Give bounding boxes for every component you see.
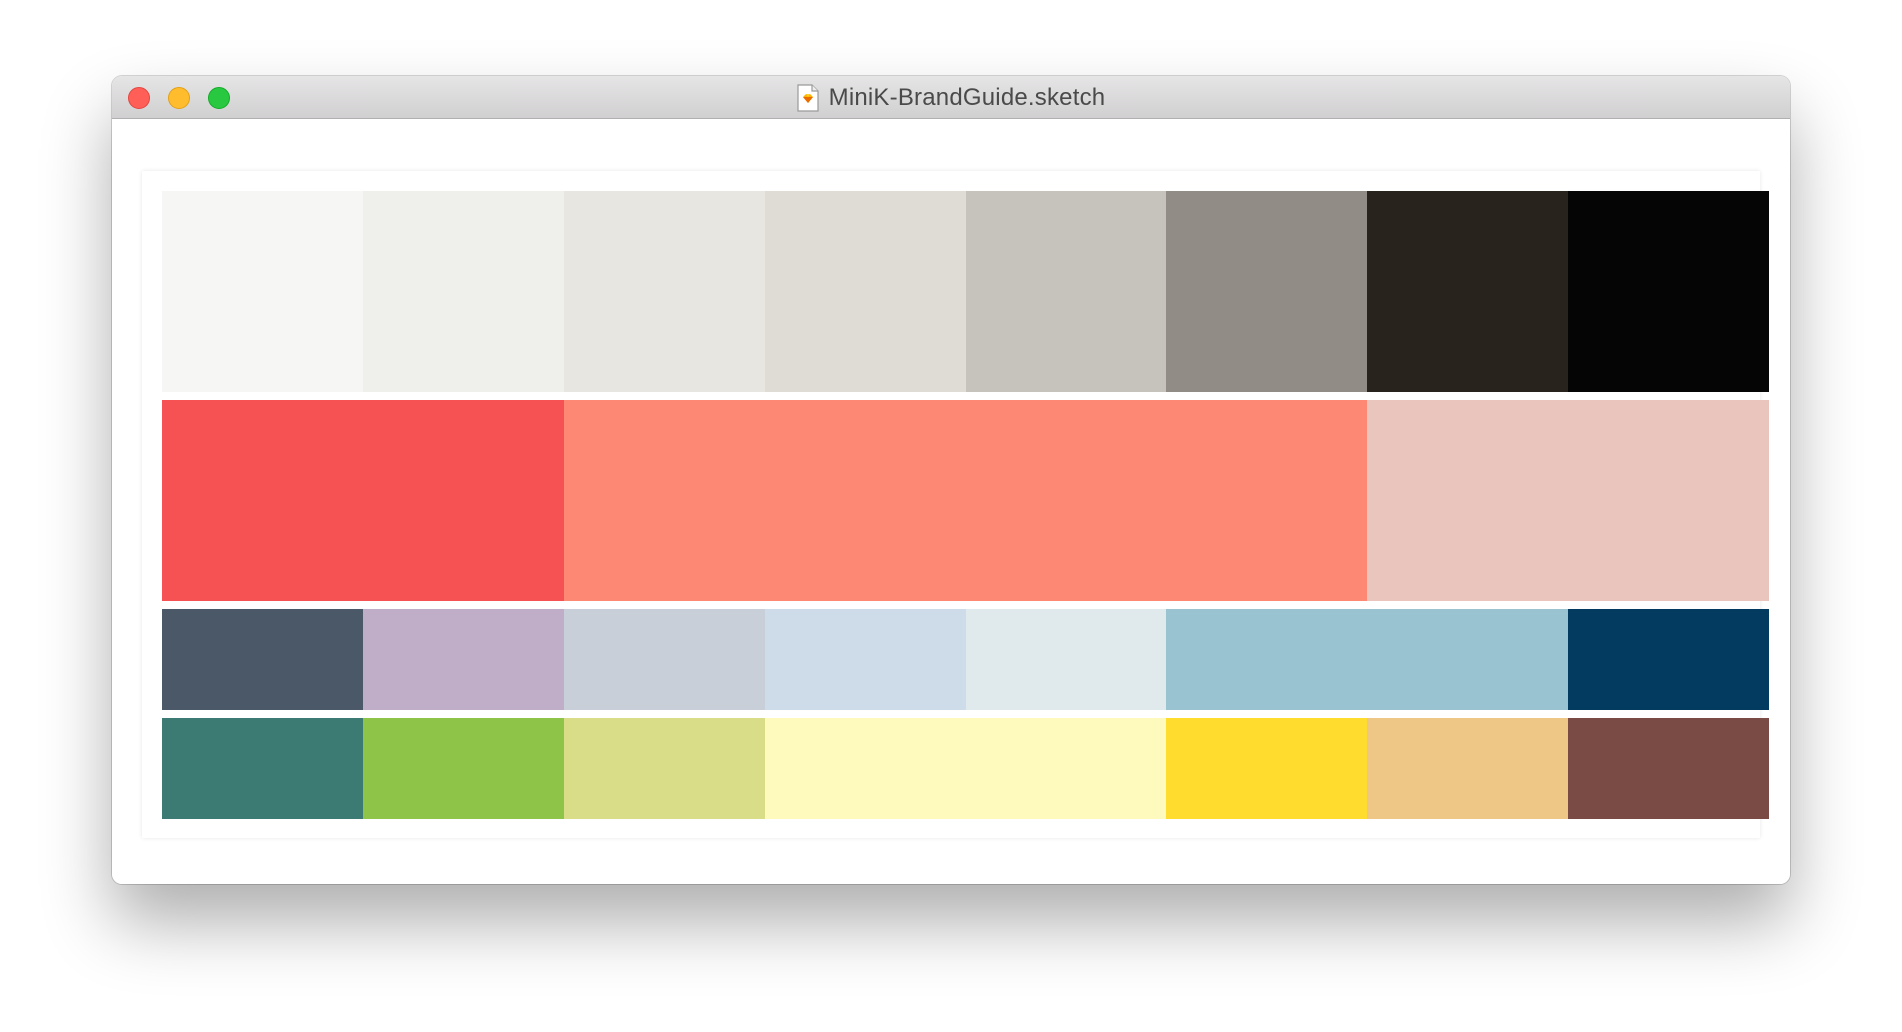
color-swatch-neutral-5[interactable]: [965, 191, 1167, 392]
color-swatch-neutral-6[interactable]: [1166, 191, 1368, 392]
color-swatch-warm-7[interactable]: [1568, 718, 1769, 819]
color-swatch-neutral-4[interactable]: [764, 191, 966, 392]
color-swatch-cool-3[interactable]: [563, 609, 765, 710]
palette-row-warm: [162, 718, 1769, 819]
color-swatch-warm-6[interactable]: [1367, 718, 1569, 819]
color-swatch-cool-1[interactable]: [162, 609, 363, 710]
color-swatch-cool-4[interactable]: [764, 609, 966, 710]
color-swatch-neutral-2[interactable]: [362, 191, 564, 392]
color-swatch-warm-4[interactable]: [764, 718, 1167, 819]
color-swatch-warm-2[interactable]: [362, 718, 564, 819]
title-bar[interactable]: MiniK-BrandGuide.sketch: [112, 76, 1790, 119]
color-swatch-cool-2[interactable]: [362, 609, 564, 710]
color-swatch-neutral-1[interactable]: [162, 191, 363, 392]
window-title: MiniK-BrandGuide.sketch: [828, 83, 1106, 111]
color-swatch-warm-3[interactable]: [563, 718, 765, 819]
color-swatch-primary-blush[interactable]: [1367, 400, 1769, 601]
sketch-document-icon: [797, 83, 819, 112]
palette-row-cool: [162, 609, 1769, 710]
palette-row-neutrals: [162, 191, 1769, 392]
color-swatch-primary-coral[interactable]: [563, 400, 1368, 601]
canvas[interactable]: [112, 119, 1790, 884]
color-swatch-warm-1[interactable]: [162, 718, 363, 819]
color-swatch-neutral-8[interactable]: [1568, 191, 1769, 392]
color-swatch-neutral-3[interactable]: [563, 191, 765, 392]
color-swatch-warm-5[interactable]: [1166, 718, 1368, 819]
artboard[interactable]: [142, 171, 1769, 838]
color-swatch-cool-6[interactable]: [1166, 609, 1569, 710]
color-swatch-cool-5[interactable]: [965, 609, 1167, 710]
palette-row-primary: [162, 400, 1769, 601]
color-swatch-primary-red[interactable]: [162, 400, 564, 601]
color-swatch-neutral-7[interactable]: [1367, 191, 1569, 392]
color-palette: [162, 191, 1769, 827]
color-swatch-cool-7[interactable]: [1568, 609, 1769, 710]
window-title-group: MiniK-BrandGuide.sketch: [112, 76, 1790, 119]
app-window: MiniK-BrandGuide.sketch: [112, 76, 1790, 884]
